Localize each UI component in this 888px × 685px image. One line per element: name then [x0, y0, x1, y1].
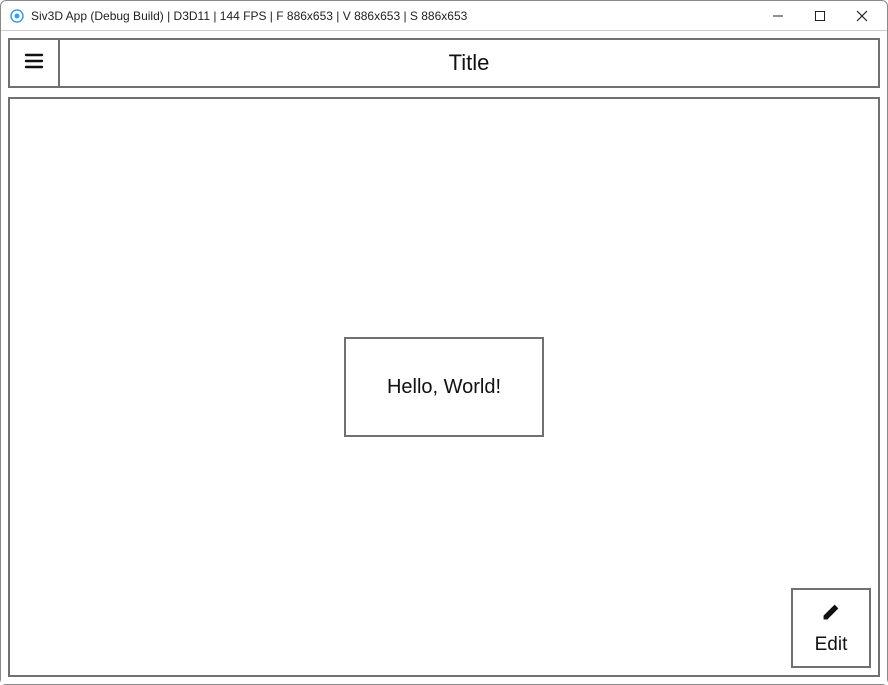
- content-area: Hello, World! Edit: [8, 97, 880, 677]
- hello-text: Hello, World!: [387, 376, 501, 399]
- app-window: Siv3D App (Debug Build) | D3D11 | 144 FP…: [0, 0, 888, 685]
- edit-button-label: Edit: [815, 634, 848, 656]
- edit-icon: [820, 601, 842, 628]
- minimize-button[interactable]: [771, 9, 785, 23]
- close-button[interactable]: [855, 9, 869, 23]
- titlebar: Siv3D App (Debug Build) | D3D11 | 144 FP…: [1, 1, 887, 31]
- toolbar-title: Title: [60, 40, 878, 86]
- hamburger-icon: [24, 51, 44, 76]
- maximize-button[interactable]: [813, 9, 827, 23]
- edit-button[interactable]: Edit: [791, 588, 871, 668]
- menu-button[interactable]: [10, 40, 60, 86]
- window-title: Siv3D App (Debug Build) | D3D11 | 144 FP…: [31, 9, 771, 23]
- hello-box: Hello, World!: [344, 337, 544, 437]
- app-icon: [9, 8, 25, 24]
- client-area: Title Hello, World!: [1, 31, 887, 684]
- window-controls: [771, 9, 879, 23]
- app-toolbar: Title: [8, 38, 880, 88]
